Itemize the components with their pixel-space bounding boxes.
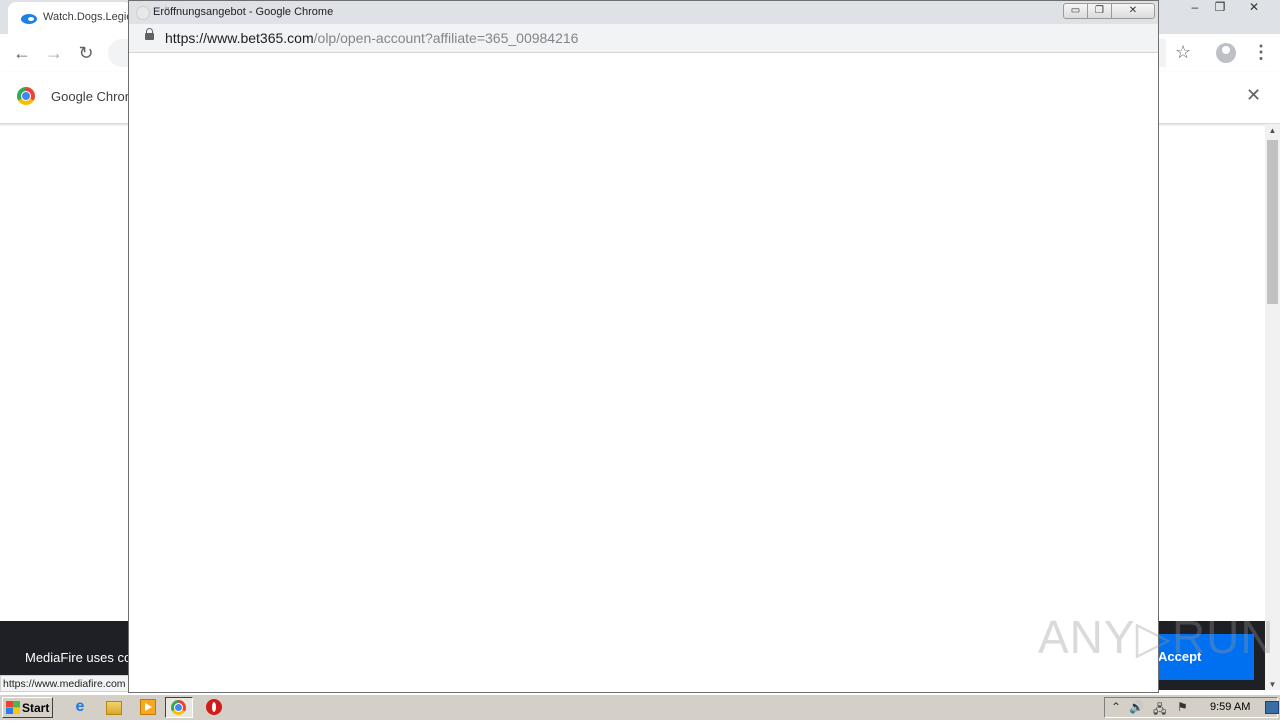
file-explorer-icon[interactable]: [106, 701, 122, 715]
infobar-close-icon[interactable]: ✕: [1246, 85, 1261, 106]
status-url-bubble: https://www.mediafire.com: [0, 675, 132, 692]
lock-icon[interactable]: [145, 28, 154, 40]
profile-avatar-icon[interactable]: [1216, 43, 1236, 63]
close-window-icon[interactable]: ✕: [1241, 0, 1267, 16]
volume-icon[interactable]: 🔊: [1129, 700, 1144, 714]
clock[interactable]: 9:59 AM: [1210, 701, 1250, 713]
show-desktop-icon[interactable]: [1265, 701, 1279, 714]
tab-title: Watch.Dogs.Legion: [43, 11, 133, 23]
anyrun-watermark: ANY▷RUN: [1038, 611, 1275, 663]
popup-titlebar[interactable]: Eröffnungsangebot - Google Chrome ▭ ❐ ✕: [129, 1, 1158, 24]
taskbar: Start e ⌃ 🔊 🖧 ⚑ 9:59 AM: [0, 694, 1280, 720]
url-path: /olp/open-account?affiliate=365_00984216: [313, 30, 579, 46]
minimize-window-icon[interactable]: ‒: [1182, 0, 1208, 16]
start-label: Start: [22, 701, 50, 715]
action-center-flag-icon[interactable]: ⚑: [1177, 700, 1188, 714]
menu-kebab-icon[interactable]: ⋮: [1252, 42, 1270, 63]
chrome-taskbar-button[interactable]: [165, 697, 193, 718]
scroll-down-arrow-icon[interactable]: ▼: [1265, 680, 1280, 689]
scroll-up-arrow-icon[interactable]: ▲: [1265, 126, 1280, 135]
start-button[interactable]: Start: [2, 697, 53, 718]
popup-url[interactable]: https://www.bet365.com/olp/open-account?…: [165, 30, 578, 46]
system-tray: ⌃ 🔊 🖧 ⚑ 9:59 AM: [1104, 697, 1279, 721]
bookmark-star-icon[interactable]: ☆: [1175, 42, 1191, 63]
popup-title: Eröffnungsangebot - Google Chrome: [153, 6, 334, 18]
popup-page-content: [129, 53, 1158, 692]
popup-minimize-button[interactable]: ▭: [1063, 3, 1088, 19]
restore-window-icon[interactable]: ❐: [1207, 0, 1233, 16]
popup-close-button[interactable]: ✕: [1111, 3, 1155, 19]
mediafire-favicon-icon: [21, 14, 37, 24]
page-scrollbar[interactable]: ▲ ▼: [1265, 124, 1280, 690]
tray-expand-icon[interactable]: ⌃: [1111, 700, 1121, 714]
network-icon[interactable]: 🖧: [1153, 700, 1166, 721]
popup-url-bar[interactable]: https://www.bet365.com/olp/open-account?…: [129, 24, 1158, 53]
chrome-icon: [171, 700, 186, 715]
scroll-thumb[interactable]: [1267, 140, 1278, 304]
chrome-logo-icon: [17, 87, 35, 105]
popup-maximize-button[interactable]: ❐: [1087, 3, 1112, 19]
opera-icon[interactable]: [206, 699, 222, 715]
popup-window: Eröffnungsangebot - Google Chrome ▭ ❐ ✕ …: [128, 0, 1159, 693]
page-favicon-icon: [136, 6, 150, 20]
windows-logo-icon: [6, 701, 20, 714]
tab-watch-dogs[interactable]: Watch.Dogs.Legion: [8, 2, 133, 34]
reload-icon[interactable]: ↻: [73, 41, 99, 65]
url-domain: https://www.bet365.com: [165, 30, 314, 46]
internet-explorer-icon[interactable]: e: [72, 699, 88, 715]
back-icon[interactable]: ←: [9, 41, 35, 65]
forward-icon[interactable]: →: [41, 41, 67, 65]
media-player-icon[interactable]: [140, 699, 156, 715]
